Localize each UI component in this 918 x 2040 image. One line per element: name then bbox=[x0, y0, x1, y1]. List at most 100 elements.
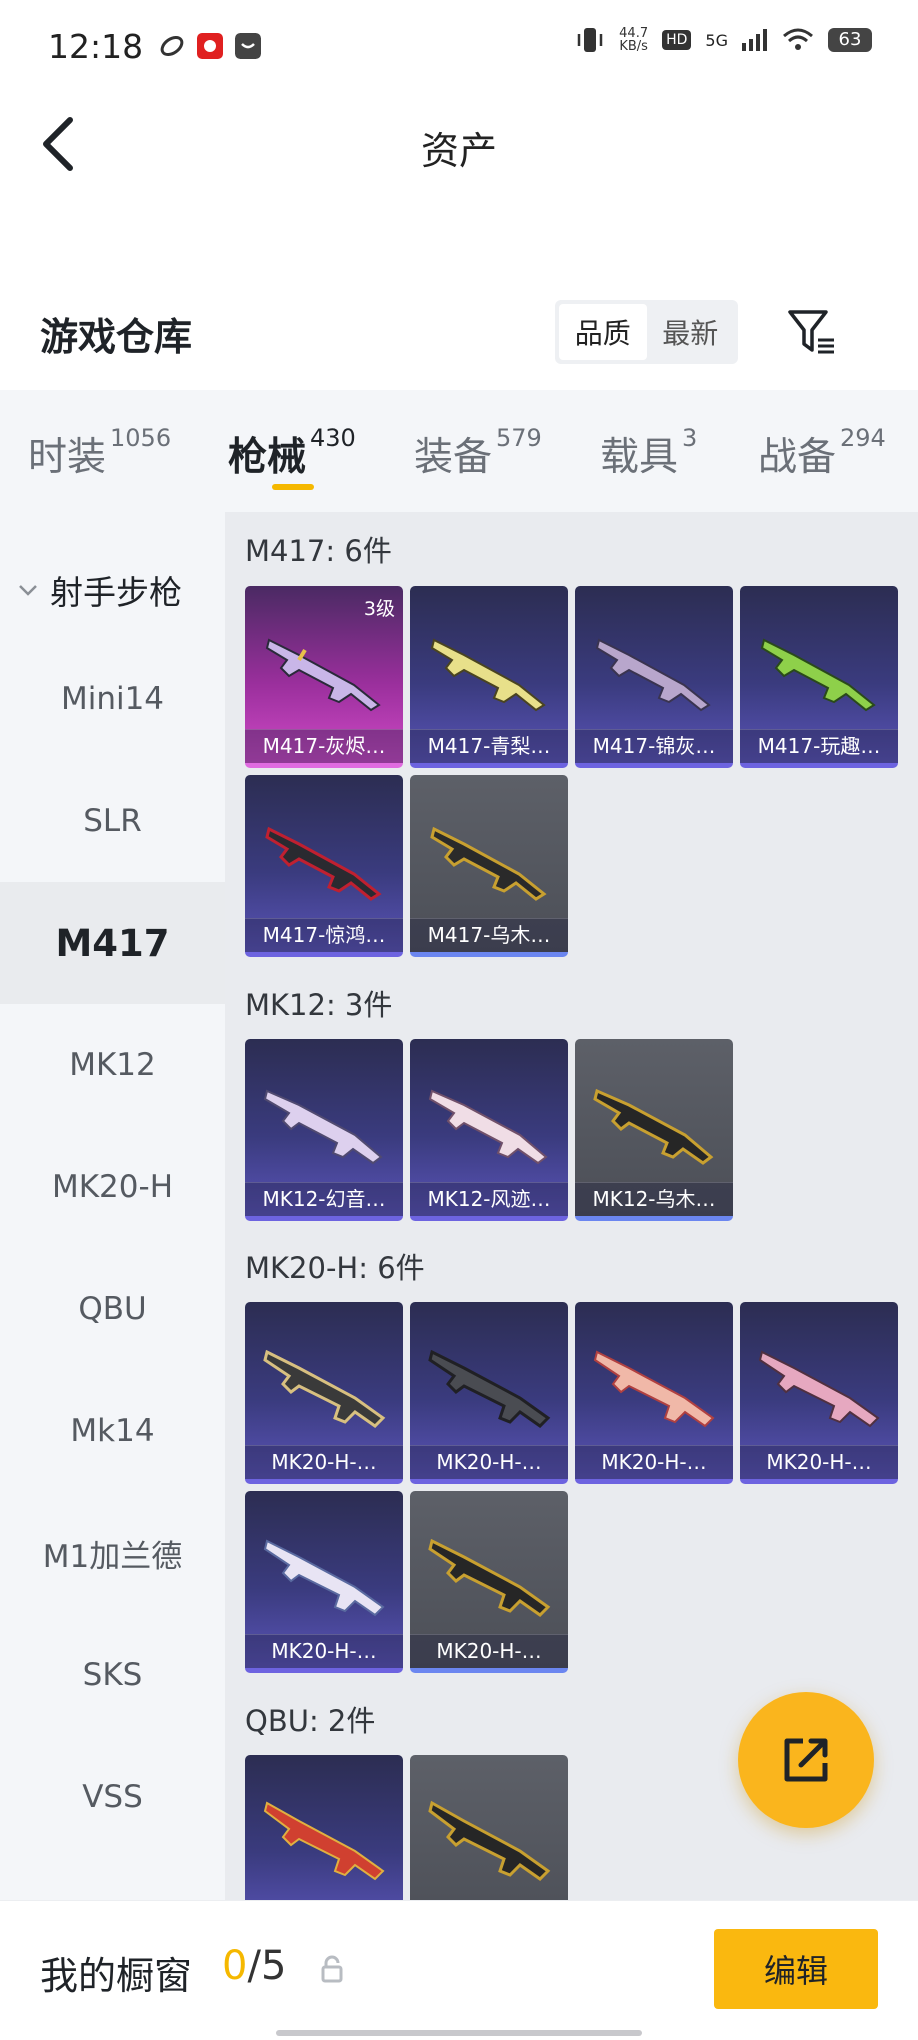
skin-card[interactable]: MK20-H-… bbox=[245, 1491, 403, 1673]
tab-fashion[interactable]: 时装 1056 bbox=[28, 424, 171, 482]
category-tabs: 时装 1056 枪械 430 装备 579 载具 3 战备 294 bbox=[0, 390, 918, 512]
rifle-skin-image bbox=[263, 1801, 385, 1881]
tab-active-indicator bbox=[272, 484, 314, 490]
sidebar-item-mk20h[interactable]: MK20-H bbox=[0, 1126, 225, 1248]
rifle-skin-image bbox=[593, 1088, 714, 1165]
skin-card[interactable]: MK12-风迹… bbox=[410, 1039, 568, 1221]
wifi-icon bbox=[783, 28, 813, 50]
tab-equipment[interactable]: 装备 579 bbox=[414, 424, 542, 482]
skin-name: MK20-H-… bbox=[410, 1445, 568, 1479]
group-title-mk20h: MK20-H: 6件 bbox=[245, 1251, 425, 1285]
showcase-label: 我的橱窗 bbox=[40, 1954, 193, 1998]
sidebar-item-qbu[interactable]: QBU bbox=[0, 1248, 225, 1370]
status-bar: 12:18 44.7 KB/s HD 5G 63 bbox=[0, 0, 918, 92]
skin-card[interactable]: M417-玩趣… bbox=[740, 586, 898, 768]
skin-name: MK20-H-… bbox=[575, 1445, 733, 1479]
skin-name: MK20-H-… bbox=[245, 1445, 403, 1479]
rifle-skin-image bbox=[428, 1349, 551, 1428]
redbook-notification-icon bbox=[197, 33, 224, 59]
filter-icon[interactable] bbox=[786, 306, 838, 358]
skin-name: M417-青梨… bbox=[410, 729, 568, 763]
skin-card[interactable]: M417-乌木… bbox=[410, 775, 568, 957]
rifle-skin-image bbox=[430, 638, 546, 712]
lock-icon bbox=[321, 1955, 343, 1983]
sidebar-item-m1-garand[interactable]: M1加兰德 bbox=[0, 1492, 225, 1614]
rifle-skin-image bbox=[758, 1350, 880, 1428]
sidebar-item-mini14[interactable]: Mini14 bbox=[0, 638, 225, 760]
rifle-skin-image bbox=[428, 1089, 548, 1165]
page-header: 资产 bbox=[0, 92, 918, 192]
battery-indicator: 63 bbox=[828, 28, 872, 52]
rifle-skin-image bbox=[263, 1349, 386, 1428]
network-speed: 44.7 KB/s bbox=[619, 26, 649, 54]
group-title-mk12: MK12: 3件 bbox=[245, 988, 393, 1022]
sidebar-item-slr[interactable]: SLR bbox=[0, 760, 225, 882]
sidebar-item-mk12[interactable]: MK12 bbox=[0, 1004, 225, 1126]
skin-card[interactable]: MK20-H-… bbox=[410, 1491, 568, 1673]
sidebar-item-vss[interactable]: VSS bbox=[0, 1736, 225, 1858]
tab-supplies[interactable]: 战备 294 bbox=[758, 424, 886, 482]
network-type: 5G bbox=[705, 30, 728, 50]
rifle-skin-image bbox=[265, 638, 381, 712]
rifle-skin-image bbox=[595, 638, 711, 712]
status-time: 12:18 bbox=[48, 26, 144, 66]
skin-name: M417-锦灰… bbox=[575, 729, 733, 763]
showcase-bar: 我的橱窗 0/5 编辑 bbox=[0, 1900, 918, 2040]
app-notification-icon bbox=[160, 35, 184, 57]
skin-name: MK12-乌木… bbox=[575, 1182, 733, 1216]
skin-card[interactable]: M417-青梨… bbox=[410, 586, 568, 768]
sidebar-item-sks[interactable]: SKS bbox=[0, 1614, 225, 1736]
skin-name: M417-乌木… bbox=[410, 918, 568, 952]
sort-toggle: 品质 最新 bbox=[555, 300, 738, 364]
rifle-skin-image bbox=[430, 826, 547, 901]
skin-card[interactable]: MK20-H-… bbox=[575, 1302, 733, 1484]
skin-card[interactable]: 3级 M417-灰烬… bbox=[245, 586, 403, 768]
group-title-m417: M417: 6件 bbox=[245, 534, 392, 568]
sidebar-item-m417[interactable]: M417 bbox=[0, 882, 225, 1004]
skin-name: MK20-H-… bbox=[245, 1634, 403, 1668]
chevron-down-icon bbox=[19, 585, 37, 596]
skin-name: MK20-H-… bbox=[410, 1634, 568, 1668]
share-external-icon bbox=[784, 1738, 828, 1782]
skin-name: MK12-风迹… bbox=[410, 1182, 568, 1216]
rifle-skin-image bbox=[593, 1350, 715, 1428]
rifle-skin-image bbox=[265, 826, 382, 901]
sort-option-newest[interactable]: 最新 bbox=[647, 304, 735, 360]
rifle-skin-image bbox=[263, 1089, 383, 1165]
tab-firearms[interactable]: 枪械 430 bbox=[228, 424, 356, 482]
home-indicator[interactable] bbox=[276, 2030, 642, 2036]
skin-card[interactable]: MK20-H-… bbox=[740, 1302, 898, 1484]
sidebar-group-marksman[interactable]: 射手步枪 bbox=[0, 550, 225, 630]
skin-name: MK20-H-… bbox=[740, 1445, 898, 1479]
skin-card[interactable] bbox=[245, 1755, 403, 1900]
tab-vehicles[interactable]: 载具 3 bbox=[600, 424, 697, 482]
skin-name: M417-玩趣… bbox=[740, 729, 898, 763]
group-title-qbu: QBU: 2件 bbox=[245, 1704, 376, 1738]
showcase-count: 0/5 bbox=[222, 1943, 287, 1989]
message-notification-icon bbox=[235, 33, 262, 59]
rifle-skin-image bbox=[428, 1538, 551, 1617]
skin-name: MK12-幻音… bbox=[245, 1182, 403, 1216]
rifle-skin-image bbox=[263, 1539, 385, 1617]
skin-card[interactable] bbox=[410, 1755, 568, 1900]
skin-level-badge: 3级 bbox=[363, 598, 395, 620]
warehouse-title: 游戏仓库 bbox=[40, 315, 193, 359]
skin-card[interactable]: MK20-H-… bbox=[410, 1302, 568, 1484]
skin-card[interactable]: MK20-H-… bbox=[245, 1302, 403, 1484]
skin-card[interactable]: MK12-幻音… bbox=[245, 1039, 403, 1221]
skin-card[interactable]: MK12-乌木… bbox=[575, 1039, 733, 1221]
edit-button[interactable]: 编辑 bbox=[714, 1929, 878, 2009]
page-title: 资产 bbox=[420, 129, 497, 173]
signal-icon bbox=[742, 29, 767, 51]
hd-badge: HD bbox=[662, 30, 692, 50]
skin-card[interactable]: M417-惊鸿… bbox=[245, 775, 403, 957]
sort-option-quality[interactable]: 品质 bbox=[559, 304, 647, 360]
skin-card[interactable]: M417-锦灰… bbox=[575, 586, 733, 768]
vibrate-icon bbox=[577, 28, 603, 52]
warehouse-header: 游戏仓库 品质 最新 bbox=[0, 282, 918, 382]
weapon-sidebar: 射手步枪 Mini14 SLR M417 MK12 MK20-H QBU Mk1… bbox=[0, 512, 225, 1900]
share-fab-button[interactable] bbox=[738, 1692, 874, 1828]
sidebar-item-mk14[interactable]: Mk14 bbox=[0, 1370, 225, 1492]
rifle-skin-image bbox=[428, 1800, 551, 1881]
skin-name: M417-惊鸿… bbox=[245, 918, 403, 952]
